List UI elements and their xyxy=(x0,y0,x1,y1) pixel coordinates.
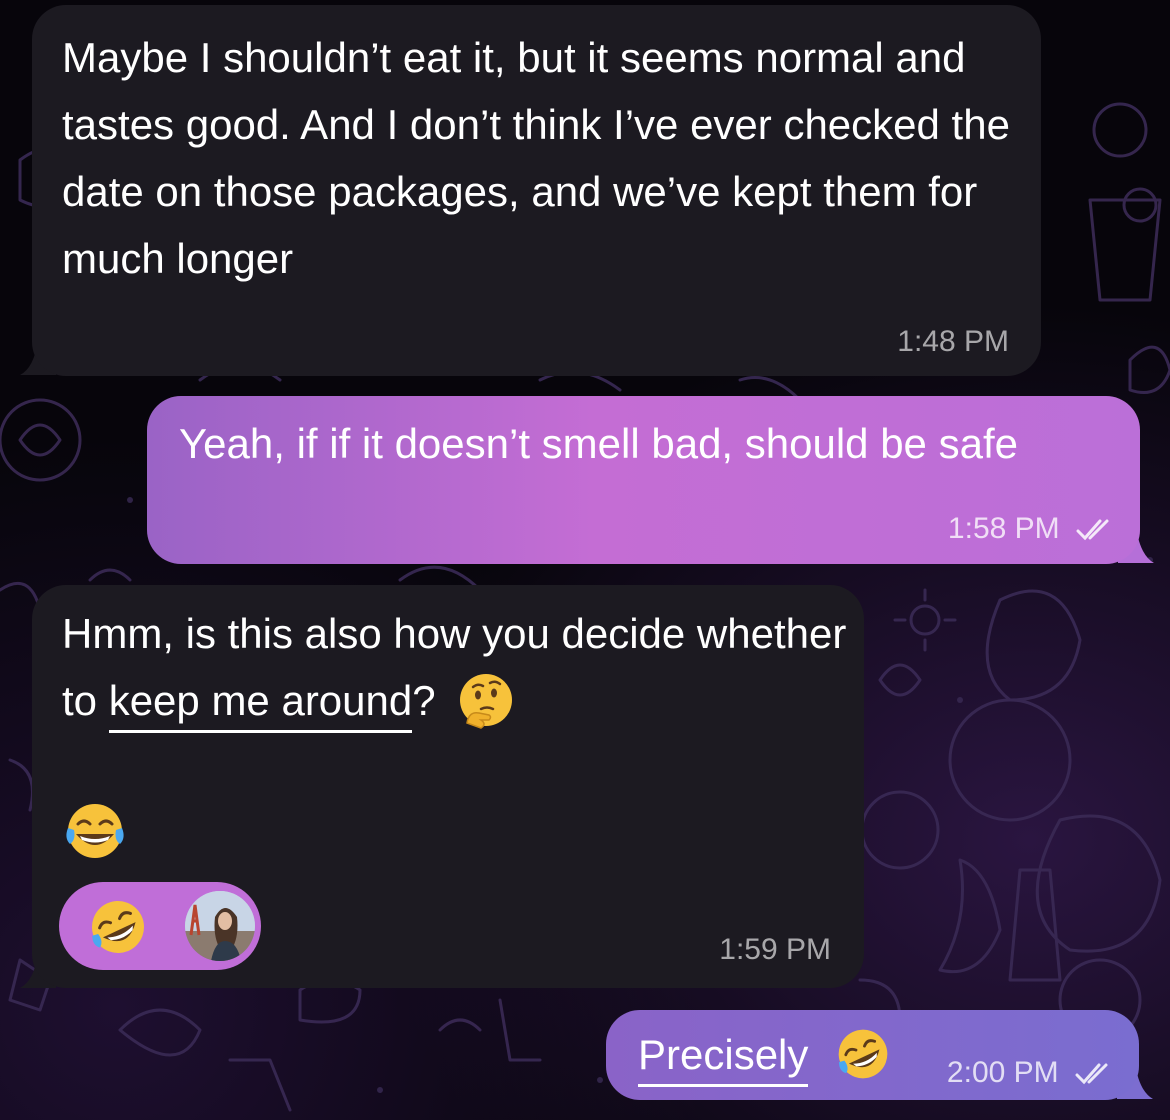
message-text: Yeah, if if it doesn’t smell bad, should… xyxy=(179,420,1018,467)
message-link-text[interactable]: Precisely xyxy=(638,1031,809,1087)
message-bubble-outgoing[interactable]: Precisely 2:00 PM xyxy=(606,1010,1139,1100)
face-with-tears-of-joy-emoji-icon xyxy=(66,804,124,858)
message-timestamp: 2:00 PM xyxy=(947,1058,1115,1088)
message-text: Hmm, is this also how you decide whether… xyxy=(62,600,852,734)
message-text: Precisely xyxy=(638,1021,892,1088)
message-text-part: ? xyxy=(412,677,436,724)
reactor-avatar[interactable] xyxy=(185,891,255,961)
message-timestamp: 1:59 PM xyxy=(719,933,831,966)
double-check-icon xyxy=(1075,1063,1108,1085)
message-bubble-outgoing[interactable]: Yeah, if if it doesn’t smell bad, should… xyxy=(147,396,1140,564)
avatar-image-icon xyxy=(185,891,255,961)
rolling-on-the-floor-laughing-emoji-icon xyxy=(92,901,144,953)
message-bubble-incoming[interactable]: Hmm, is this also how you decide whether… xyxy=(32,585,864,988)
thinking-face-emoji-icon xyxy=(460,673,513,729)
reaction-pill[interactable] xyxy=(59,882,261,970)
message-timestamp: 1:58 PM xyxy=(948,514,1116,544)
message-timestamp: 1:48 PM xyxy=(897,325,1009,358)
rolling-on-the-floor-laughing-emoji-icon xyxy=(838,1029,888,1079)
message-bubble-incoming[interactable]: Maybe I shouldn’t eat it, but it seems n… xyxy=(32,5,1041,376)
message-link-text[interactable]: keep me around xyxy=(108,677,413,733)
double-check-icon xyxy=(1076,519,1109,541)
message-time-label: 2:00 PM xyxy=(946,1056,1059,1089)
message-time-label: 1:58 PM xyxy=(947,512,1060,545)
message-text: Maybe I shouldn’t eat it, but it seems n… xyxy=(62,34,1010,282)
